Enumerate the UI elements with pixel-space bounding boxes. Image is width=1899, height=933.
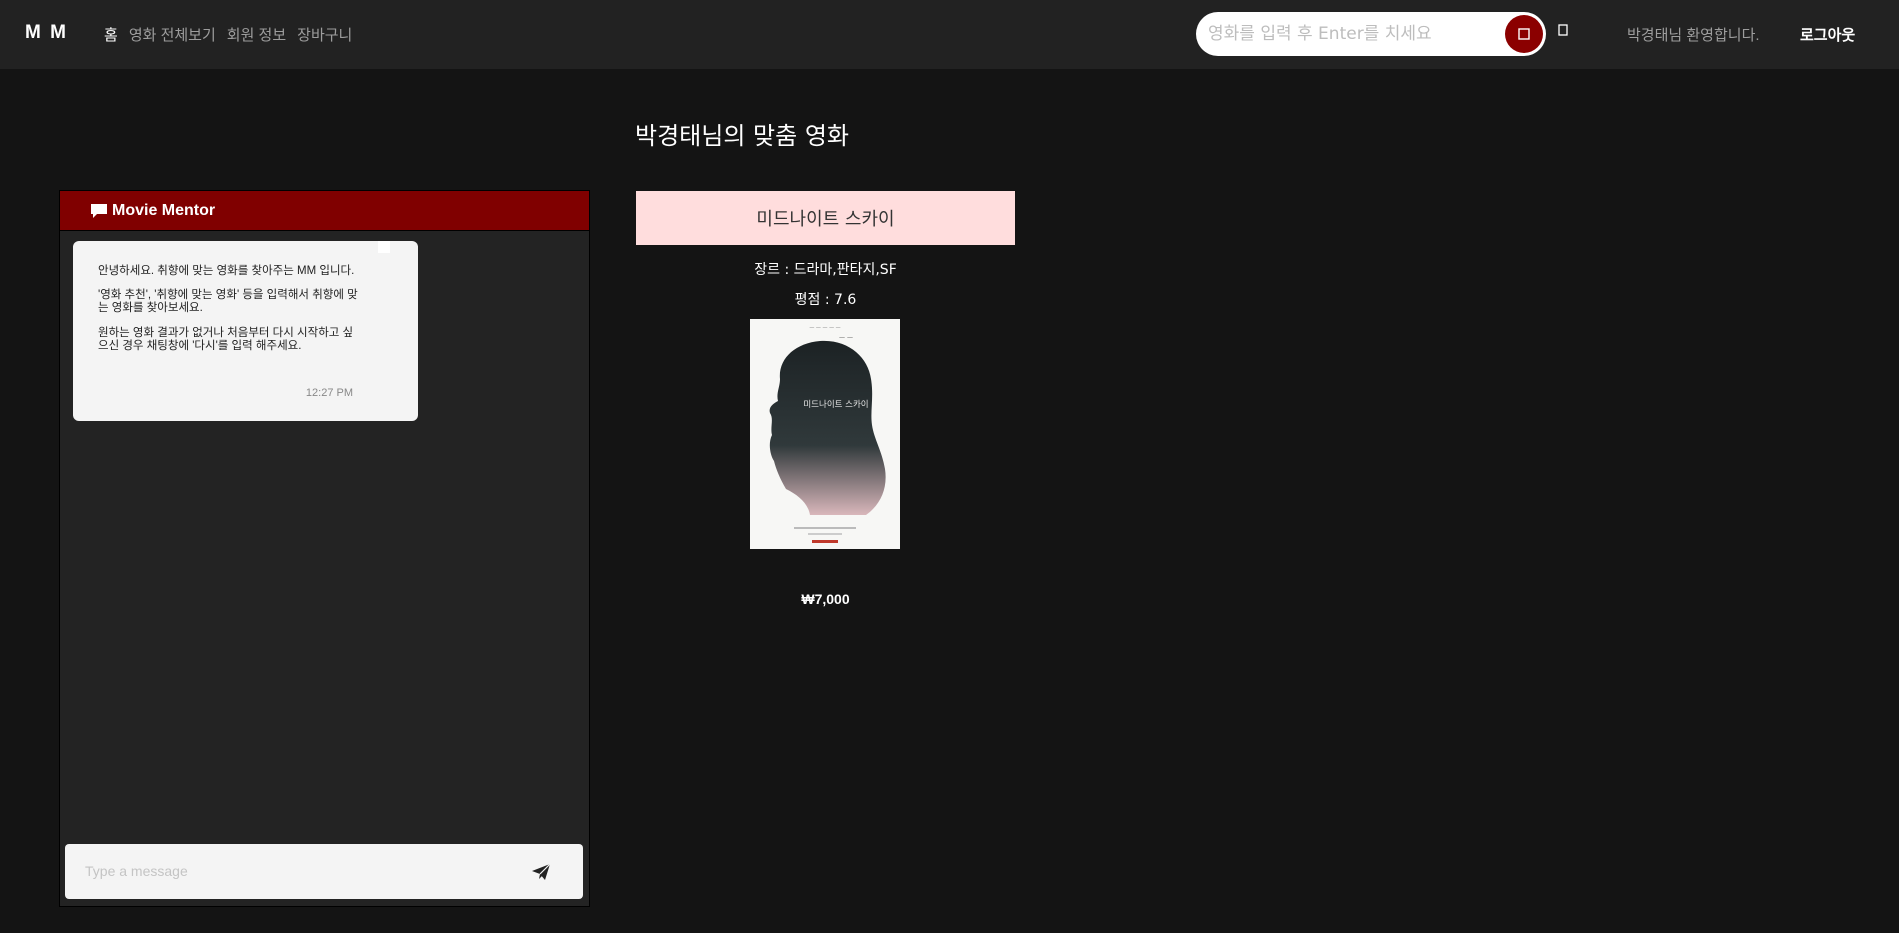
chat-panel: Movie Mentor 안녕하세요. 취향에 맞는 영화를 찾아주는 MM 입… [59,190,590,907]
search-icon [1518,28,1530,40]
nav-link-cart[interactable]: 장바구니 [297,24,352,45]
nav-link-all-movies[interactable]: 영화 전체보기 [129,24,216,45]
movie-card: 미드나이트 스카이 장르 : 드라마,판타지,SF 평점 : 7.6 — — —… [636,191,1015,607]
chat-input-bar [65,844,583,899]
bubble-corner [378,241,390,253]
welcome-message: 박경태님 환영합니다. [1627,27,1760,44]
chat-title: Movie Mentor [112,201,216,219]
poster-artwork: — — — — — — — 미드나이트 스카이 [750,319,900,549]
brand-logo[interactable]: M M [25,22,68,44]
chat-message-paragraph: '영화 추천', '취향에 맞는 영화' 등을 입력해서 취향에 맞는 영화를 … [98,289,358,315]
movie-rating: 평점 : 7.6 [794,292,857,308]
nav-link-member-info[interactable]: 회원 정보 [227,24,286,45]
svg-text:— — — — —: — — — — — [809,325,840,331]
movie-price: ₩7,000 [801,591,850,607]
chat-message-paragraph: 안녕하세요. 취향에 맞는 영화를 찾아주는 MM 입니다. [98,265,355,277]
svg-text:— —: — — [839,334,853,341]
chat-message-time: 12:27 PM [305,387,353,399]
poster-title: 미드나이트 스카이 [803,399,868,410]
chat-message-text: 안녕하세요. 취향에 맞는 영화를 찾아주는 MM 입니다. '영화 추천', … [98,265,360,364]
movie-genre: 장르 : 드라마,판타지,SF [754,262,897,278]
recommendation-title: 박경태님의 맞춤 영화 [635,122,849,150]
chat-message-input[interactable] [85,857,505,885]
paper-plane-icon [532,863,551,880]
nav-link-home[interactable]: 홈 [104,24,118,45]
nav-links: 홈 영화 전체보기 회원 정보 장바구니 [104,24,352,45]
movie-poster[interactable]: — — — — — — — 미드나이트 스카이 [750,319,900,549]
cart-icon[interactable] [1558,23,1568,42]
send-button[interactable] [527,858,555,886]
chat-message-paragraph: 원하는 영화 결과가 없거나 처음부터 다시 시작하고 싶으신 경우 채팅창에 … [98,326,354,352]
search-box [1196,12,1546,56]
movie-title[interactable]: 미드나이트 스카이 [636,191,1015,245]
logout-link[interactable]: 로그아웃 [1800,24,1855,45]
search-input[interactable] [1208,20,1488,48]
chat-message: 안녕하세요. 취향에 맞는 영화를 찾아주는 MM 입니다. '영화 추천', … [73,241,418,421]
search-button[interactable] [1505,15,1543,53]
chat-header: Movie Mentor [60,191,589,231]
comment-icon [91,203,107,218]
navbar: M M 홈 영화 전체보기 회원 정보 장바구니 박경태님 환영합니다. 로그아… [0,0,1899,69]
